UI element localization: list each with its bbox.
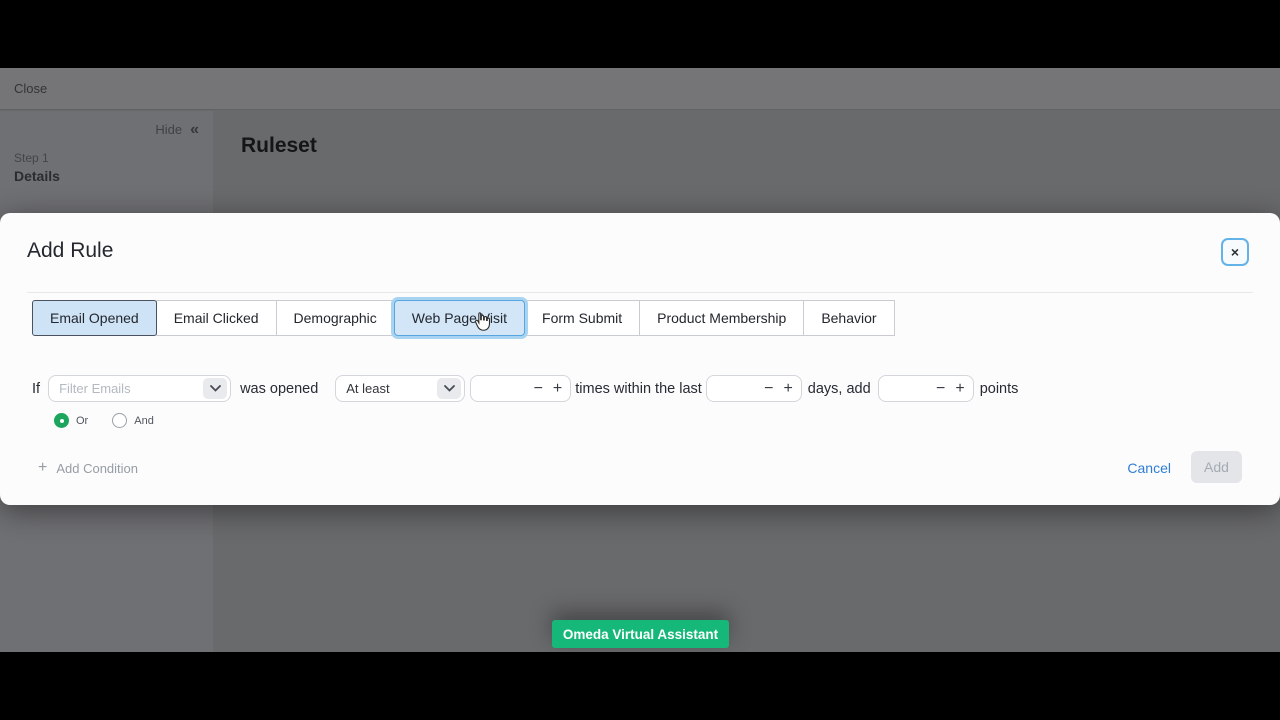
times-label: times within the last	[575, 381, 702, 397]
points-label: points	[980, 381, 1019, 397]
tab-demographic[interactable]: Demographic	[276, 300, 395, 336]
rule-condition-row: If Filter Emails was opened At least − +…	[32, 375, 1018, 402]
tab-email-opened[interactable]: Email Opened	[32, 300, 157, 336]
count-stepper[interactable]: − +	[470, 375, 571, 402]
plus-icon: +	[38, 459, 47, 477]
chevron-double-left-icon: «	[190, 121, 199, 138]
close-icon: ×	[1231, 244, 1239, 260]
add-button[interactable]: Add	[1191, 451, 1242, 483]
plus-button[interactable]: +	[553, 381, 562, 397]
hide-label: Hide	[155, 122, 182, 137]
logic-operator-row: Or And	[54, 413, 154, 428]
minus-button[interactable]: −	[764, 381, 773, 397]
and-label: And	[134, 415, 154, 427]
tab-email-clicked[interactable]: Email Clicked	[156, 300, 277, 336]
filter-emails-dropdown[interactable]: Filter Emails	[48, 375, 231, 402]
tab-form-submit[interactable]: Form Submit	[524, 300, 640, 336]
points-stepper[interactable]: − +	[878, 375, 974, 402]
tab-behavior[interactable]: Behavior	[803, 300, 894, 336]
or-label: Or	[76, 415, 88, 427]
dialog-close-button[interactable]: ×	[1221, 238, 1249, 266]
top-toolbar: Close	[0, 68, 1280, 110]
comparator-value: At least	[346, 381, 389, 396]
add-condition-label: Add Condition	[56, 461, 138, 476]
action-label: was opened	[240, 381, 318, 397]
comparator-dropdown[interactable]: At least	[335, 375, 465, 402]
page-title: Ruleset	[241, 134, 317, 158]
plus-button[interactable]: +	[783, 381, 792, 397]
step1-label: Step 1	[14, 151, 60, 165]
days-input[interactable]	[715, 381, 754, 396]
screen: Close Hide« Step 1 Details Step 2 Rulese…	[0, 0, 1280, 720]
dialog-title: Add Rule	[27, 239, 113, 263]
sidebar-item-step1[interactable]: Step 1 Details	[14, 151, 60, 184]
days-stepper[interactable]: − +	[706, 375, 802, 402]
rule-type-tabs: Email Opened Email Clicked Demographic W…	[32, 300, 895, 336]
add-rule-dialog: Add Rule × Email Opened Email Clicked De…	[0, 213, 1280, 505]
plus-button[interactable]: +	[955, 381, 964, 397]
or-radio[interactable]	[54, 413, 69, 428]
chevron-down-icon	[203, 378, 227, 399]
add-condition-button[interactable]: + Add Condition	[38, 459, 138, 477]
minus-button[interactable]: −	[936, 381, 945, 397]
and-radio[interactable]	[112, 413, 127, 428]
points-input[interactable]	[887, 381, 926, 396]
step1-name: Details	[14, 168, 60, 184]
tab-product-membership[interactable]: Product Membership	[639, 300, 804, 336]
cancel-button[interactable]: Cancel	[1127, 460, 1171, 476]
tab-web-page-visit[interactable]: Web Page Visit	[394, 300, 525, 336]
close-button[interactable]: Close	[14, 81, 47, 96]
filter-emails-placeholder: Filter Emails	[59, 381, 131, 396]
divider	[27, 292, 1253, 293]
sidebar-hide-toggle[interactable]: Hide «	[155, 121, 199, 139]
chevron-down-icon	[437, 378, 461, 399]
minus-button[interactable]: −	[534, 381, 543, 397]
omeda-virtual-assistant-button[interactable]: Omeda Virtual Assistant	[552, 620, 729, 648]
days-add-label: days, add	[808, 381, 871, 397]
count-input[interactable]	[479, 381, 523, 396]
if-label: If	[32, 381, 40, 397]
